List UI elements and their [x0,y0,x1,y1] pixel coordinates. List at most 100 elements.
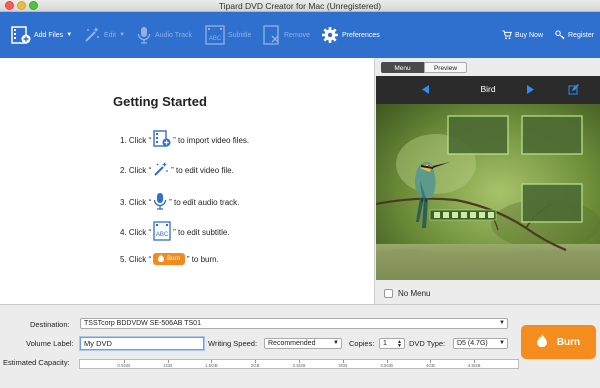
remove-icon [263,25,281,45]
tab-menu[interactable]: Menu [381,62,424,73]
capacity-tick-label: 1GB [163,363,173,368]
audio-track-label: Audio Track [155,31,192,39]
step-text: 2. Click “ [120,165,152,175]
burn-button[interactable]: Burn [521,325,596,359]
destination-value: TSSTcorp BDDVDW SE-506AB TS01 [84,320,201,327]
preview-tabs: Menu Preview [381,62,467,73]
remove-button[interactable]: Remove [263,22,310,48]
step-text: 1. Click “ [120,135,152,145]
menu-preview: Bird [376,76,600,280]
subtitle-icon: ABC [205,25,225,45]
capacity-tick-label: 1.5GB [205,363,218,368]
menu-title: Bird [480,84,496,94]
audio-track-button[interactable]: Audio Track [136,22,192,48]
step-text: 3. Click “ [120,197,152,207]
step-text: ” to edit video file. [171,165,234,175]
step-text: ” to edit audio track. [169,197,240,207]
output-settings: Destination: TSSTcorp BDDVDW SE-506AB TS… [0,304,600,388]
svg-text:ABC: ABC [209,36,222,42]
tab-preview[interactable]: Preview [424,62,467,73]
step-import: 1. Click “ ” to import video files. [120,130,249,150]
capacity-tick-label: 3.5GB [380,363,393,368]
step-text: ” to import video files. [173,135,250,145]
step-text: ” to edit subtitle. [173,227,230,237]
magic-wand-icon [153,161,169,179]
edit-button[interactable]: Edit ▼ [83,22,125,48]
no-menu-label: No Menu [398,289,431,298]
copies-value: 1 [383,340,387,347]
step-text: 5. Click “ [120,254,152,264]
register-label: Register [568,31,595,39]
menu-background-image [376,104,600,280]
volume-label-input[interactable]: My DVD [80,337,204,350]
key-icon [555,30,565,40]
capacity-tick-label: 4.5GB [467,363,481,368]
no-menu-checkbox[interactable] [384,289,393,298]
caret-down-icon: ▼ [119,32,126,38]
window-title: Tipard DVD Creator for Mac (Unregistered… [218,1,382,11]
writing-speed-select[interactable]: Recommended ▼ [264,338,342,349]
edit-label: Edit [104,31,117,39]
capacity-bar: 0.5GB 1GB 1.5GB 2GB 2.5GB 3GB 3.5GB 4GB … [79,359,519,369]
microphone-icon [136,26,152,44]
chevron-down-icon: ▼ [499,340,505,346]
capacity-tick-label: 3GB [338,363,348,368]
microphone-icon [153,192,167,212]
caret-down-icon: ▼ [66,32,73,38]
step-edit: 2. Click “ ” to edit video file. [120,161,234,179]
gear-icon [321,26,339,44]
edit-menu-icon[interactable] [568,84,579,97]
add-files-label: Add Files [34,31,64,39]
magic-wand-icon [83,26,101,44]
flame-icon [536,334,547,350]
add-video-icon [11,25,31,45]
add-files-button[interactable]: Add Files ▼ [11,22,72,48]
estimated-capacity-label: Estimated Capacity: [3,358,70,367]
next-arrow-icon[interactable] [526,85,534,96]
step-subtitle: 4. Click “ ABC ” to edit subtitle. [120,221,230,243]
dvd-type-select[interactable]: D5 (4.7G) ▼ [453,338,508,349]
capacity-tick-label: 4GB [425,363,435,368]
buy-now-label: Buy Now [515,31,544,39]
dvd-type-label: DVD Type: [409,339,446,348]
getting-started-title: Getting Started [113,94,207,109]
dvd-type-value: D5 (4.7G) [457,340,488,347]
volume-label: Volume Label: [26,339,74,348]
step-text: ” to burn. [186,254,219,264]
preferences-button[interactable]: Preferences [321,22,380,48]
burn-mini-label: Burn [167,256,180,262]
burn-mini-button: Burn [153,253,185,265]
title-bar: Tipard DVD Creator for Mac (Unregistered… [0,0,600,12]
burn-label: Burn [556,336,581,348]
subtitle-button[interactable]: ABC Subtitle [205,22,251,48]
chevron-down-icon: ▼ [499,320,505,326]
svg-text:ABC: ABC [156,232,169,238]
writing-speed-label: Writing Speed: [208,339,258,348]
destination-label: Destination: [30,320,70,329]
capacity-tick-label: 2GB [250,363,260,368]
copies-stepper[interactable]: 1 ▲ ▼ [379,338,405,349]
capacity-tick-label: 0.5GB [117,363,131,368]
capacity-tick-label: 2.5GB [292,363,306,368]
register-button[interactable]: Register [555,22,594,48]
menu-header: Bird [376,76,600,104]
writing-speed-value: Recommended [268,340,316,347]
copies-label: Copies: [349,339,375,348]
toolbar: Add Files ▼ Edit ▼ Audio Track ABC Subti… [0,12,600,58]
add-video-icon [153,130,171,150]
buy-now-button[interactable]: Buy Now [502,22,543,48]
subtitle-label: Subtitle [228,31,252,39]
flame-icon [158,254,165,264]
no-menu-option[interactable]: No Menu [384,289,430,298]
menu-preview-panel: Menu Preview Bird No Menu [374,58,600,304]
step-audio: 3. Click “ ” to edit audio track. [120,192,239,212]
getting-started-panel: Getting Started 1. Click “ ” to import v… [0,58,374,304]
subtitle-icon: ABC [153,221,171,243]
step-text: 4. Click “ [120,227,152,237]
cart-icon [502,30,512,40]
chevron-down-icon: ▼ [333,340,339,346]
destination-select[interactable]: TSSTcorp BDDVDW SE-506AB TS01 ▼ [80,318,508,329]
preferences-label: Preferences [342,31,380,39]
stepper-arrows-icon: ▲ ▼ [397,339,402,349]
step-burn: 5. Click “ Burn ” to burn. [120,253,219,265]
